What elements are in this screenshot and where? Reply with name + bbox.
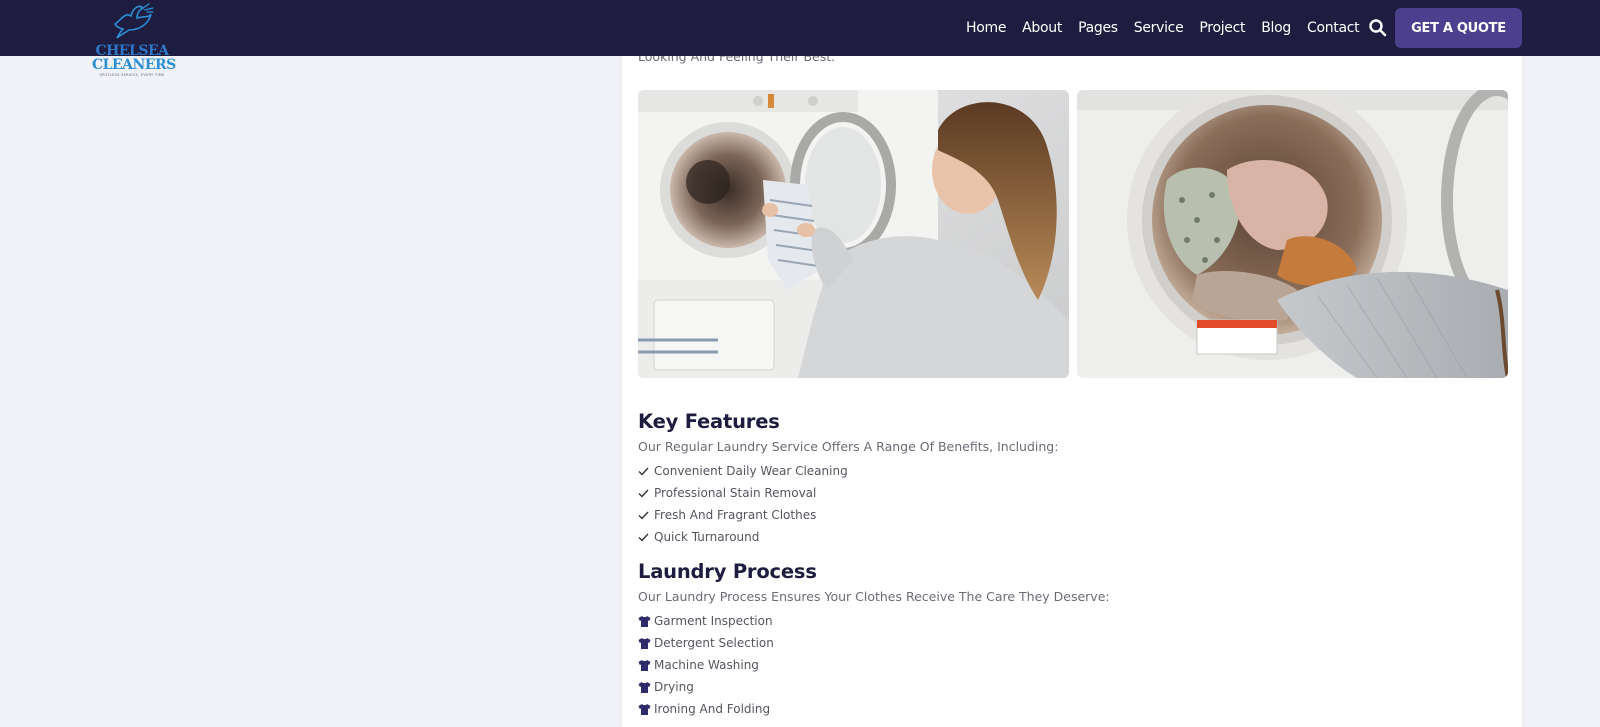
shirt-icon bbox=[638, 703, 654, 715]
brand-tagline: SPOTLESS SERVICE, EVERY TIME bbox=[99, 73, 165, 77]
key-features-subtitle: Our Regular Laundry Service Offers A Ran… bbox=[638, 439, 1059, 454]
nav-item-project[interactable]: Project bbox=[1199, 20, 1245, 36]
check-icon bbox=[638, 465, 654, 477]
process-step-label: Garment Inspection bbox=[654, 614, 773, 628]
feature-label: Fresh And Fragrant Clothes bbox=[654, 508, 817, 522]
list-item: Detergent Selection bbox=[638, 632, 774, 654]
process-step-label: Ironing And Folding bbox=[654, 702, 771, 716]
list-item: Drying bbox=[638, 676, 774, 698]
nav-item-contact[interactable]: Contact bbox=[1307, 20, 1360, 36]
process-step-label: Machine Washing bbox=[654, 658, 759, 672]
service-content-card: Looking And Feeling Their Best. Key Feat… bbox=[622, 0, 1522, 727]
laundry-photo-clothes-in-drum bbox=[1077, 90, 1508, 378]
shirt-icon bbox=[638, 615, 654, 627]
shirt-icon bbox=[638, 659, 654, 671]
list-item: Ironing And Folding bbox=[638, 698, 774, 720]
list-item: Machine Washing bbox=[638, 654, 774, 676]
laundry-process-subtitle: Our Laundry Process Ensures Your Clothes… bbox=[638, 589, 1110, 604]
list-item: Professional Stain Removal bbox=[638, 482, 848, 504]
nav-item-about[interactable]: About bbox=[1022, 20, 1062, 36]
list-item: Convenient Daily Wear Cleaning bbox=[638, 460, 848, 482]
brand-name-line1: CHELSEA bbox=[95, 43, 169, 59]
laundry-photo-woman-loading-dryer bbox=[638, 90, 1069, 378]
search-icon[interactable] bbox=[1368, 18, 1388, 38]
key-features-list: Convenient Daily Wear Cleaning Professio… bbox=[638, 460, 848, 548]
check-icon bbox=[638, 509, 654, 521]
check-icon bbox=[638, 487, 654, 499]
get-a-quote-button[interactable]: GET A QUOTE bbox=[1395, 8, 1522, 48]
process-step-label: Detergent Selection bbox=[654, 636, 774, 650]
key-features-title: Key Features bbox=[638, 410, 780, 433]
site-header: Home About Pages Service Project Blog Co… bbox=[0, 0, 1600, 56]
check-icon bbox=[638, 531, 654, 543]
brand-name-line2: CLEANERS bbox=[92, 57, 176, 73]
shirt-icon bbox=[638, 637, 654, 649]
list-item: Fresh And Fragrant Clothes bbox=[638, 504, 848, 526]
laundry-process-list: Garment Inspection Detergent Selection M… bbox=[638, 610, 774, 720]
main-nav: Home About Pages Service Project Blog Co… bbox=[966, 0, 1375, 56]
nav-item-service[interactable]: Service bbox=[1134, 20, 1184, 36]
nav-item-blog[interactable]: Blog bbox=[1261, 20, 1291, 36]
shirt-icon bbox=[638, 681, 654, 693]
feature-label: Convenient Daily Wear Cleaning bbox=[654, 464, 848, 478]
process-step-label: Drying bbox=[654, 680, 694, 694]
brand-logo[interactable]: CHELSEA CLEANERS SPOTLESS SERVICE, EVERY… bbox=[92, 2, 176, 78]
feature-label: Professional Stain Removal bbox=[654, 486, 817, 500]
nav-item-home[interactable]: Home bbox=[966, 20, 1006, 36]
list-item: Garment Inspection bbox=[638, 610, 774, 632]
list-item: Quick Turnaround bbox=[638, 526, 848, 548]
feature-label: Quick Turnaround bbox=[654, 530, 760, 544]
laundry-process-title: Laundry Process bbox=[638, 560, 817, 583]
dove-icon bbox=[113, 3, 154, 39]
nav-item-pages[interactable]: Pages bbox=[1078, 20, 1118, 36]
